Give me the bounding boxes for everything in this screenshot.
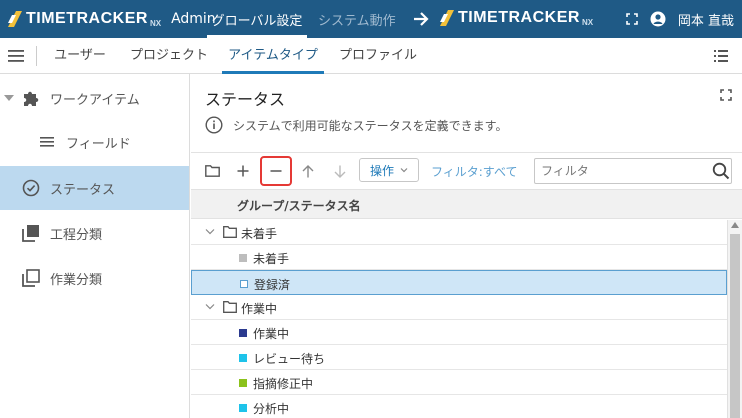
status-color-swatch	[239, 354, 247, 362]
check-circle-icon	[22, 179, 40, 197]
sidebar-item-label: フィールド	[66, 136, 131, 152]
folder-button[interactable]	[199, 158, 225, 184]
copy-squares-icon	[22, 269, 40, 287]
tab-projects[interactable]: プロジェクト	[122, 38, 216, 74]
status-color-swatch	[239, 329, 247, 337]
operations-label: 操作	[369, 163, 394, 178]
search-icon[interactable]	[712, 162, 730, 180]
tab-profiles[interactable]: プロファイル	[332, 38, 424, 74]
status-label: 作業中	[253, 327, 290, 341]
status-label: 分析中	[253, 402, 290, 416]
status-row[interactable]: 指摘修正中	[191, 370, 727, 395]
plus-icon	[237, 165, 249, 177]
app-logo[interactable]: TIMETRACKER NX Admin	[8, 8, 216, 30]
main-content: ステータス システムで利用可能なステータスを定義できます。 操作 フィルタ:すべ…	[191, 74, 742, 418]
user-name[interactable]: 岡本 直哉	[678, 10, 734, 29]
group-row[interactable]: 作業中	[191, 295, 727, 320]
tab-item-types[interactable]: アイテムタイプ	[222, 38, 324, 74]
status-label: 指摘修正中	[253, 377, 314, 391]
info-text: システムで利用可能なステータスを定義できます。	[233, 118, 508, 133]
linked-logo-nx: NX	[581, 17, 594, 27]
divider	[36, 46, 37, 66]
list-view-icon[interactable]	[714, 49, 728, 63]
tab-global-settings[interactable]: グローバル設定	[207, 0, 307, 38]
arrow-right-icon[interactable]	[412, 10, 430, 28]
sidebar-item-label: 工程分類	[50, 227, 103, 243]
folder-icon	[223, 226, 237, 238]
folder-icon	[223, 301, 237, 313]
fullscreen-icon[interactable]	[626, 13, 638, 25]
info-message: システムで利用可能なステータスを定義できます。	[205, 116, 507, 134]
logo-mark-icon	[440, 10, 454, 26]
status-color-swatch	[239, 379, 247, 387]
user-area: 岡本 直哉	[626, 0, 734, 38]
group-row[interactable]: 未着手	[191, 220, 727, 245]
move-up-button[interactable]	[295, 158, 321, 184]
status-row[interactable]: 分析中	[191, 395, 727, 418]
logo-mark-icon	[8, 11, 22, 27]
status-row[interactable]: レビュー待ち	[191, 345, 727, 370]
scrollbar-thumb[interactable]	[730, 234, 740, 418]
status-label: 登録済	[254, 278, 291, 292]
status-color-swatch	[239, 254, 247, 262]
sidebar-item-label: 作業分類	[50, 272, 103, 288]
chevron-down-icon	[400, 168, 408, 173]
group-label: 作業中	[241, 302, 278, 316]
filter-input[interactable]	[534, 158, 732, 184]
status-row[interactable]: 未着手	[191, 245, 727, 270]
sidebar-item-fields[interactable]: フィールド	[0, 120, 189, 164]
sidebar-item-label: ステータス	[50, 182, 116, 198]
divider	[191, 152, 742, 153]
linked-logo-text: TIMETRACKER	[458, 9, 580, 26]
minus-icon	[270, 170, 282, 172]
column-header-group-status[interactable]: グループ/ステータス名	[237, 197, 361, 214]
arrow-down-icon	[334, 165, 346, 178]
toolbar: 操作 フィルタ:すべて	[191, 156, 742, 186]
tab-system-behavior[interactable]: システム動作	[318, 0, 396, 38]
vertical-scrollbar[interactable]	[727, 220, 742, 418]
add-button[interactable]	[230, 158, 256, 184]
sidebar-item-label: ワークアイテム	[50, 92, 140, 108]
sidebar: ワークアイテム フィールド ステータス 工程分類 作業分類	[0, 74, 190, 418]
folder-icon	[204, 165, 220, 177]
caret-down-icon[interactable]	[4, 93, 14, 103]
status-color-swatch	[240, 280, 248, 288]
puzzle-icon	[22, 89, 40, 107]
arrow-up-icon	[302, 164, 314, 177]
user-avatar-icon[interactable]	[650, 11, 666, 27]
logo-text: TIMETRACKER	[26, 10, 148, 27]
status-row[interactable]: 作業中	[191, 320, 727, 345]
scroll-up-arrow-icon[interactable]	[731, 222, 739, 228]
sidebar-item-status[interactable]: ステータス	[0, 166, 189, 210]
stacked-squares-icon	[22, 224, 40, 242]
page-title: ステータス	[205, 90, 286, 109]
logo-nx: NX	[149, 18, 162, 28]
secondary-nav: ユーザー プロジェクト アイテムタイプ プロファイル	[0, 38, 742, 74]
status-row-selected[interactable]: 登録済	[191, 270, 727, 295]
status-label: 未着手	[253, 252, 290, 266]
status-color-swatch	[239, 404, 247, 412]
remove-button[interactable]	[260, 156, 292, 186]
operations-dropdown[interactable]: 操作	[359, 158, 419, 182]
sidebar-item-work-category[interactable]: 作業分類	[0, 256, 189, 300]
table-header: グループ/ステータス名	[191, 189, 742, 219]
move-down-button[interactable]	[327, 158, 353, 184]
top-bar: TIMETRACKER NX Admin グローバル設定 システム動作 TIME…	[0, 0, 742, 38]
info-icon	[205, 116, 223, 134]
sidebar-item-process-category[interactable]: 工程分類	[0, 211, 189, 255]
sidebar-item-work-items[interactable]: ワークアイテム	[0, 76, 189, 120]
status-tree: 未着手 未着手 登録済 作業中 作業中 レビュー待ち 指摘修正中 分析中	[191, 220, 727, 418]
linked-app-logo[interactable]: TIMETRACKER NX	[440, 9, 593, 27]
chevron-down-icon[interactable]	[205, 303, 215, 311]
list-lines-icon	[38, 133, 56, 151]
filter-status-link[interactable]: フィルタ:すべて	[431, 163, 517, 180]
expand-icon[interactable]	[720, 89, 732, 101]
status-label: レビュー待ち	[253, 352, 326, 366]
hamburger-menu-icon[interactable]	[8, 49, 24, 63]
group-label: 未着手	[241, 227, 278, 241]
chevron-down-icon[interactable]	[205, 228, 215, 236]
tab-users[interactable]: ユーザー	[44, 38, 116, 74]
